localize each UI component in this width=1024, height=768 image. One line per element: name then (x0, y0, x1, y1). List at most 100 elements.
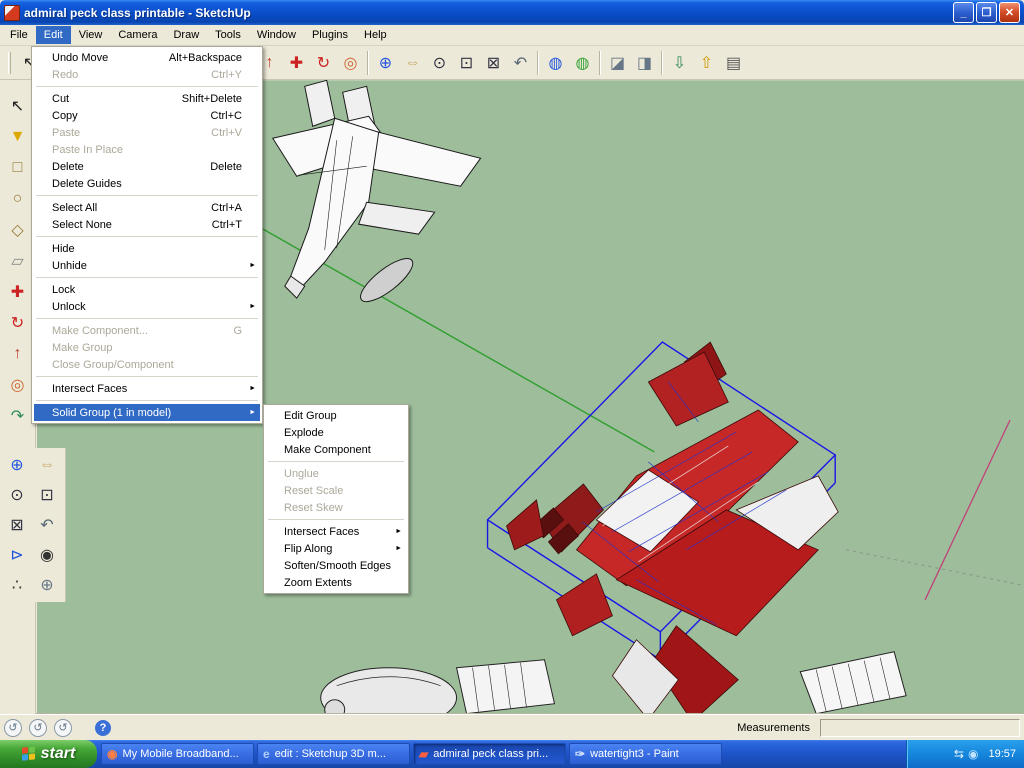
menubar-item-tools[interactable]: Tools (207, 26, 249, 44)
menu-item-lock[interactable]: Lock (34, 281, 260, 298)
taskbar-button-my-mobile-broadband[interactable]: ◉ My Mobile Broadband... (101, 743, 254, 765)
move-icon[interactable]: ✚ (3, 276, 33, 307)
menu-item-cut[interactable]: Cut Shift+Delete (34, 90, 260, 107)
zoom-extents-icon[interactable]: ⊠ (2, 510, 32, 540)
offset-icon[interactable]: ◎ (337, 49, 364, 76)
eraser-glyph: ▱ (11, 252, 24, 270)
previous-view-glyph: ↶ (40, 517, 54, 534)
position-camera-icon[interactable]: ⊳ (2, 540, 32, 570)
menu-item-delete-guides[interactable]: Delete Guides (34, 175, 260, 192)
menu-item-make-group: Make Group (34, 339, 260, 356)
menu-item-solid-group-1-in-model[interactable]: Solid Group (1 in model) ► (34, 404, 260, 421)
field-of-view-icon[interactable]: ⊕ (32, 570, 62, 600)
menubar-item-plugins[interactable]: Plugins (304, 26, 356, 44)
menubar-item-edit[interactable]: Edit (35, 26, 71, 44)
offset-icon[interactable]: ◎ (3, 369, 33, 400)
menu-separator (36, 318, 258, 319)
taskbar-button-watertight3-paint[interactable]: ✑ watertight3 - Paint (569, 743, 722, 765)
zoom-icon[interactable]: ⊙ (426, 49, 453, 76)
menu-item-label: Delete Guides (52, 177, 122, 190)
status-circle-3-icon[interactable]: ↺ (54, 718, 72, 737)
eraser-icon[interactable]: ▱ (3, 245, 33, 276)
menu-item-shortcut: Ctrl+C (210, 109, 242, 122)
menubar-item-draw[interactable]: Draw (165, 26, 207, 44)
zoom-window-icon[interactable]: ⊡ (453, 49, 480, 76)
menu-item-copy[interactable]: Copy Ctrl+C (34, 107, 260, 124)
pan-icon[interactable]: ⇔ (399, 49, 426, 76)
section-plane-icon[interactable]: ◪ (604, 49, 631, 76)
menubar-item-view[interactable]: View (71, 26, 111, 44)
menu-item-flip-along[interactable]: Flip Along ► (266, 540, 406, 557)
status-circle-1-icon[interactable]: ↺ (4, 718, 22, 737)
toolbar-grip[interactable] (8, 51, 11, 74)
restore-button[interactable]: ❐ (976, 2, 997, 23)
look-around-icon[interactable]: ◉ (32, 540, 62, 570)
menu-item-delete[interactable]: Delete Delete (34, 158, 260, 175)
import-icon[interactable]: ⇩ (666, 49, 693, 76)
network-icon[interactable]: ⇆ (954, 747, 964, 761)
status-circle-2-icon[interactable]: ↺ (29, 718, 47, 737)
walk-icon[interactable]: ∴ (2, 570, 32, 600)
move-icon[interactable]: ✚ (283, 49, 310, 76)
select-glyph: ↖ (10, 97, 25, 115)
orbit-icon[interactable]: ⊕ (372, 49, 399, 76)
system-tray: ⇆ ◉ 19:57 (906, 740, 1024, 768)
pan-icon[interactable]: ⇔ (32, 450, 62, 480)
print-icon[interactable]: ▤ (720, 49, 747, 76)
follow-me-icon[interactable]: ↷ (3, 400, 33, 431)
menu-item-intersect-faces[interactable]: Intersect Faces ► (34, 380, 260, 397)
paint-bucket-icon[interactable]: ▼ (3, 121, 33, 152)
menubar-item-file[interactable]: File (2, 26, 36, 44)
menu-item-shortcut: Alt+Backspace (168, 51, 242, 64)
polygon-icon[interactable]: ◇ (3, 214, 33, 245)
title-bar: admiral peck class printable - SketchUp … (0, 0, 1024, 25)
minimize-button[interactable]: _ (953, 2, 974, 23)
menu-item-shortcut: Shift+Delete (181, 92, 242, 105)
taskbar-button-label: admiral peck class pri... (433, 748, 549, 760)
menu-item-select-all[interactable]: Select All Ctrl+A (34, 199, 260, 216)
orbit-icon[interactable]: ⊕ (2, 450, 32, 480)
menu-item-soften-smooth-edges[interactable]: Soften/Smooth Edges (266, 557, 406, 574)
rectangle-icon[interactable]: □ (3, 152, 33, 183)
section-display-icon[interactable]: ◨ (631, 49, 658, 76)
close-button[interactable]: ✕ (999, 2, 1020, 23)
connection-icon[interactable]: ◉ (968, 747, 978, 761)
get-models-icon[interactable]: ◍ (542, 49, 569, 76)
select-icon[interactable]: ↖ (3, 90, 33, 121)
menu-separator (268, 461, 404, 462)
menu-item-intersect-faces[interactable]: Intersect Faces ► (266, 523, 406, 540)
zoom-extents-icon[interactable]: ⊠ (480, 49, 507, 76)
rectangle-glyph: □ (12, 158, 23, 176)
push-pull-icon[interactable]: ↑ (3, 338, 33, 369)
menu-item-undo-move[interactable]: Undo Move Alt+Backspace (34, 49, 260, 66)
menu-item-edit-group[interactable]: Edit Group (266, 407, 406, 424)
measurements-box[interactable] (820, 718, 1020, 737)
menubar-item-window[interactable]: Window (249, 26, 304, 44)
menu-item-select-none[interactable]: Select None Ctrl+T (34, 216, 260, 233)
zoom-glyph: ⊙ (432, 54, 447, 72)
previous-view-icon[interactable]: ↶ (507, 49, 534, 76)
menubar-item-camera[interactable]: Camera (110, 26, 165, 44)
previous-view-icon[interactable]: ↶ (32, 510, 62, 540)
menu-item-zoom-extents[interactable]: Zoom Extents (266, 574, 406, 591)
menu-item-unlock[interactable]: Unlock ► (34, 298, 260, 315)
menu-item-hide[interactable]: Hide (34, 240, 260, 257)
menubar-item-help[interactable]: Help (356, 26, 395, 44)
help-icon[interactable]: ? (95, 719, 111, 736)
menu-item-label: Delete (52, 160, 84, 173)
menu-item-reset-skew: Reset Skew (266, 499, 406, 516)
menu-item-unhide[interactable]: Unhide ► (34, 257, 260, 274)
circle-icon[interactable]: ○ (3, 183, 33, 214)
export-icon[interactable]: ⇧ (693, 49, 720, 76)
start-button[interactable]: start (0, 740, 97, 768)
zoom-icon[interactable]: ⊙ (2, 480, 32, 510)
taskbar-button-edit-sketchup-3d-m[interactable]: e edit : Sketchup 3D m... (257, 743, 410, 765)
menu-item-make-component[interactable]: Make Component (266, 441, 406, 458)
share-model-icon[interactable]: ◍ (569, 49, 596, 76)
submenu-arrow-icon: ► (395, 545, 402, 552)
zoom-window-icon[interactable]: ⊡ (32, 480, 62, 510)
taskbar-button-admiral-peck-class-pri[interactable]: ▰ admiral peck class pri... (413, 743, 566, 765)
rotate-icon[interactable]: ↻ (310, 49, 337, 76)
menu-item-explode[interactable]: Explode (266, 424, 406, 441)
rotate-icon[interactable]: ↻ (3, 307, 33, 338)
